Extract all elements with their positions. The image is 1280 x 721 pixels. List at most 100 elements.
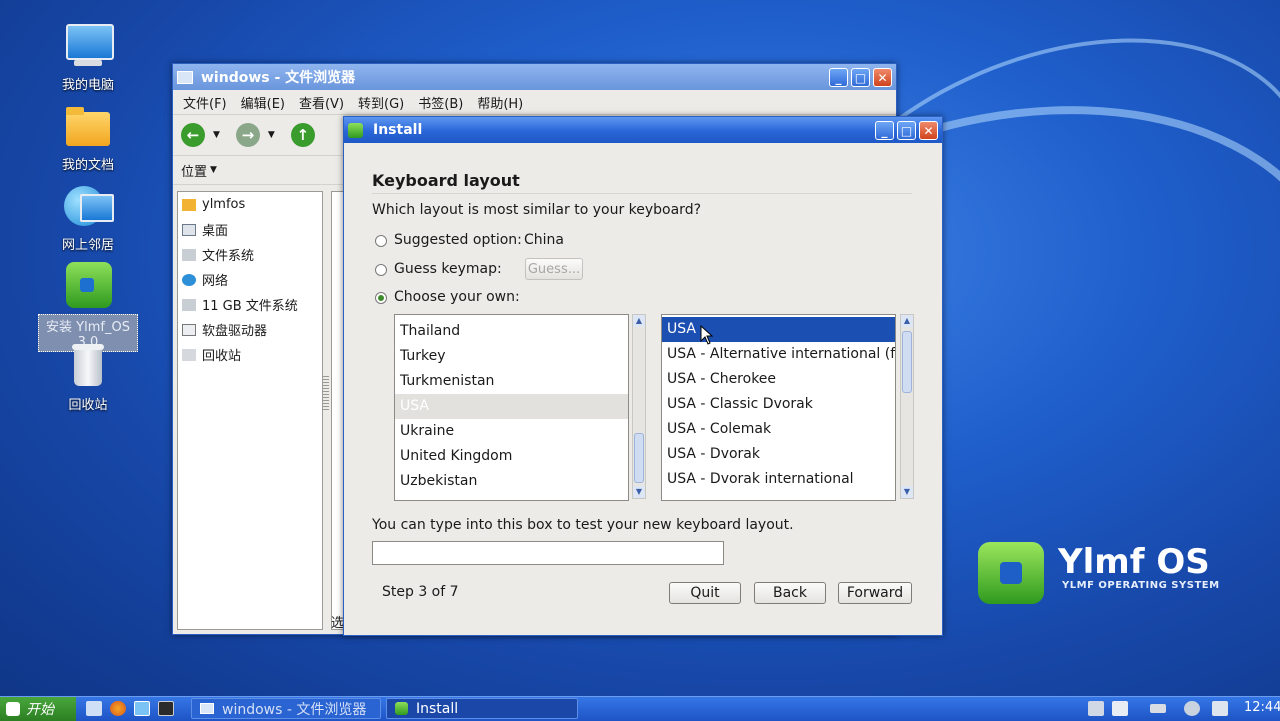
variant-item[interactable]: USA - Colemak (662, 417, 895, 442)
country-item[interactable]: Turkmenistan (395, 369, 628, 394)
place-item[interactable]: 文件系统 (178, 242, 322, 267)
menu-file[interactable]: 文件(F) (183, 93, 227, 112)
country-item[interactable]: Uzbekistan (395, 469, 628, 494)
tray-volume-icon[interactable] (1212, 701, 1228, 716)
menu-bar: 文件(F) 编辑(E) 查看(V) 转到(G) 书签(B) 帮助(H) (173, 90, 896, 115)
chevron-down-icon[interactable]: ▼ (213, 130, 220, 140)
suggested-value: China (524, 232, 564, 248)
place-item[interactable]: ylmfos (178, 192, 322, 217)
file-browser-titlebar[interactable]: windows - 文件浏览器 _ □ ✕ (173, 64, 896, 90)
variant-item-selected[interactable]: USA (662, 317, 895, 342)
scroll-up-icon[interactable]: ▲ (633, 315, 645, 327)
back-arrow-icon[interactable]: ← (181, 123, 205, 147)
tray-battery-icon[interactable] (1150, 704, 1166, 713)
scroll-down-icon[interactable]: ▼ (901, 486, 913, 498)
up-arrow-icon[interactable]: ↑ (290, 123, 315, 147)
step-indicator: Step 3 of 7 (382, 584, 459, 600)
place-label: 软盘驱动器 (202, 324, 268, 339)
terminal-icon[interactable] (158, 701, 174, 716)
folder-icon (64, 102, 112, 150)
variant-scrollbar[interactable]: ▲ ▼ (900, 314, 914, 499)
desktop-icon-my-documents[interactable]: 我的文档 (38, 102, 138, 173)
heading-divider (372, 193, 912, 194)
back-button[interactable]: Back (754, 582, 826, 604)
menu-help[interactable]: 帮助(H) (477, 93, 523, 112)
place-item[interactable]: 网络 (178, 267, 322, 292)
desktop-icon-network[interactable]: 网上邻居 (38, 182, 138, 253)
minimize-button[interactable]: _ (829, 67, 848, 87)
maximize-button[interactable]: □ (851, 67, 870, 87)
window-icon (200, 703, 214, 714)
close-button[interactable]: ✕ (919, 120, 938, 140)
menu-go[interactable]: 转到(G) (358, 93, 404, 112)
place-item[interactable]: 软盘驱动器 (178, 317, 322, 342)
scroll-thumb[interactable] (634, 433, 644, 483)
suggested-radio[interactable] (375, 235, 387, 247)
clock[interactable]: 12:44 (1244, 700, 1280, 715)
close-button[interactable]: ✕ (873, 67, 892, 87)
variant-item[interactable]: USA - Cherokee (662, 367, 895, 392)
network-icon (182, 273, 196, 286)
desktop-icon-label: 网上邻居 (61, 238, 114, 253)
drive-icon (182, 298, 196, 311)
guess-keymap-radio[interactable] (375, 264, 387, 276)
country-item[interactable]: Ukraine (395, 419, 628, 444)
country-item[interactable]: United Kingdom (395, 444, 628, 469)
menu-edit[interactable]: 编辑(E) (241, 93, 285, 112)
scroll-up-icon[interactable]: ▲ (901, 315, 913, 327)
maximize-button[interactable]: □ (897, 120, 916, 140)
variant-list[interactable]: USA USA - Alternative international (for… (661, 314, 896, 501)
desktop-icon-install[interactable]: 安装 Ylmf_OS 3.0 (38, 262, 138, 352)
ylmf-logo-icon-center (1000, 562, 1022, 584)
desktop-icon-my-computer[interactable]: 我的电脑 (38, 22, 138, 93)
variant-item[interactable]: USA - Classic Dvorak (662, 392, 895, 417)
country-item-selected[interactable]: USA (395, 394, 628, 419)
country-item[interactable]: Turkey (395, 344, 628, 369)
place-label: 11 GB 文件系统 (202, 299, 298, 314)
place-item[interactable]: 桌面 (178, 217, 322, 242)
menu-view[interactable]: 查看(V) (299, 93, 344, 112)
install-titlebar[interactable]: Install _ □ ✕ (344, 117, 942, 143)
country-item[interactable]: Thailand (395, 319, 628, 344)
variant-item[interactable]: USA - Alternative international (for (662, 342, 895, 367)
choose-own-label: Choose your own: (394, 289, 520, 305)
firefox-icon[interactable] (110, 701, 126, 716)
desktop-icon-recycle-bin[interactable]: 回收站 (38, 342, 138, 413)
tray-display-icon[interactable] (1112, 701, 1128, 716)
country-list[interactable]: Thailand Turkey Turkmenistan USA Ukraine… (394, 314, 629, 501)
place-item[interactable]: 回收站 (178, 342, 322, 367)
keyboard-test-field[interactable] (372, 541, 724, 565)
place-label: 文件系统 (202, 249, 255, 264)
places-list: ylmfos 桌面 文件系统 网络 11 GB 文件系统 软盘驱动器 回收站 (177, 191, 323, 630)
quit-button[interactable]: Quit (669, 582, 741, 604)
question-text: Which layout is most similar to your key… (372, 202, 702, 218)
computer-icon (64, 22, 114, 70)
chevron-down-icon[interactable]: ▼ (268, 130, 275, 140)
forward-button[interactable]: Forward (838, 582, 912, 604)
minimize-button[interactable]: _ (875, 120, 894, 140)
start-button[interactable]: 开始 (0, 697, 76, 721)
taskbar-task-install[interactable]: Install (386, 698, 578, 719)
pane-resize-handle[interactable] (323, 376, 329, 412)
scroll-thumb[interactable] (902, 331, 912, 393)
scroll-down-icon[interactable]: ▼ (633, 486, 645, 498)
variant-item[interactable]: USA - Dvorak (662, 442, 895, 467)
install-window[interactable]: Install _ □ ✕ Keyboard layout Which layo… (343, 116, 943, 636)
tray-update-icon[interactable] (1184, 701, 1200, 716)
taskbar-task-file-browser[interactable]: windows - 文件浏览器 (191, 698, 381, 719)
country-scrollbar[interactable]: ▲ ▼ (632, 314, 646, 499)
tray-network-icon[interactable] (1088, 701, 1104, 716)
start-logo-icon (6, 702, 20, 716)
desktop-icon-label: 我的文档 (61, 158, 114, 173)
computer-icon[interactable] (134, 701, 150, 716)
chevron-down-icon: ▼ (210, 165, 217, 175)
trash-icon (182, 348, 196, 361)
desktop-icon-label: 我的电脑 (61, 78, 114, 93)
show-desktop-icon[interactable] (86, 701, 102, 716)
choose-own-radio[interactable] (375, 292, 387, 304)
menu-bookmarks[interactable]: 书签(B) (418, 93, 463, 112)
forward-arrow-icon[interactable]: → (235, 123, 260, 147)
guess-button[interactable]: Guess... (525, 258, 583, 280)
place-item[interactable]: 11 GB 文件系统 (178, 292, 322, 317)
variant-item[interactable]: USA - Dvorak international (662, 467, 895, 492)
